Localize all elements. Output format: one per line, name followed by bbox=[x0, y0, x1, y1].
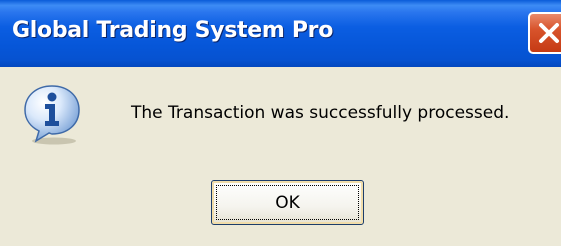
message-text: The Transaction was successfully process… bbox=[131, 103, 510, 123]
ok-button-label: OK bbox=[275, 192, 300, 213]
ok-button[interactable]: OK bbox=[211, 180, 364, 225]
window-title: Global Trading System Pro bbox=[12, 18, 334, 43]
message-dialog: Global Trading System Pro The Transactio… bbox=[0, 0, 561, 246]
info-icon bbox=[24, 85, 80, 145]
title-bar[interactable]: Global Trading System Pro bbox=[0, 0, 561, 67]
close-icon bbox=[539, 23, 559, 43]
close-button[interactable] bbox=[528, 12, 561, 54]
